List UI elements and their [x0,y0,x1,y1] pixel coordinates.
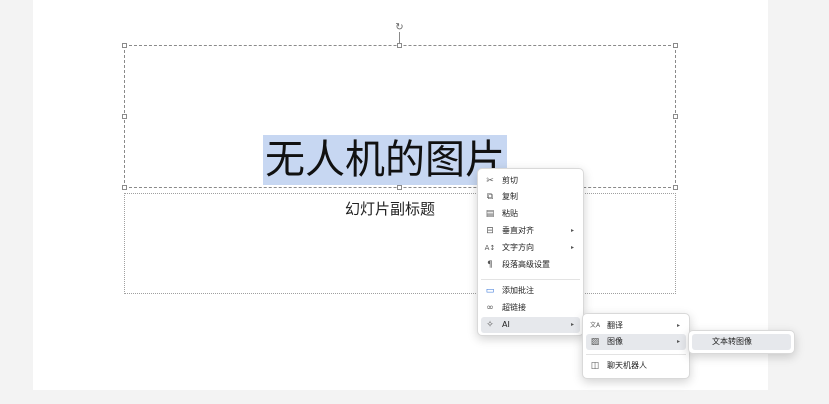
menu-item-label: 复制 [502,192,518,201]
paste-icon: ▤ [485,209,495,219]
comment-icon: ▭ [485,286,495,296]
link-icon: ∞ [486,303,494,313]
slide-title-text[interactable]: 无人机的图片 [263,135,507,185]
menu-item-paste[interactable]: ▤ 粘贴 [481,206,580,222]
submenu-item-chatbot[interactable]: ◫ 聊天机器人 [586,358,686,374]
menu-item-label: 垂直对齐 [502,226,534,235]
image-icon: ▨ [590,337,600,347]
submenu-arrow-icon: ▸ [676,322,680,329]
rotate-handle-icon[interactable]: ↻ [394,22,405,33]
menu-item-label: 文字方向 [502,243,534,252]
text-direction-icon: A↕ [484,244,496,252]
image-submenu: 文本转图像 [688,330,795,354]
chatbot-icon: ◫ [590,361,600,371]
submenu-item-image[interactable]: ▨ 图像 ▸ [586,334,686,350]
menu-item-label: 剪切 [502,176,518,185]
menu-item-add-comment[interactable]: ▭ 添加批注 [481,283,580,299]
scissors-icon: ✂ [486,176,494,186]
resize-handle-right[interactable] [673,114,678,119]
submenu-arrow-icon: ▸ [570,244,574,251]
menu-separator [586,354,686,355]
ai-sparkle-icon: ✧ [486,320,494,330]
menu-item-label: 聊天机器人 [607,361,647,370]
copy-icon: ⧉ [486,192,494,202]
menu-item-label: 翻译 [607,321,623,330]
menu-item-label: 段落高级设置 [502,260,550,269]
menu-item-hyperlink[interactable]: ∞ 超链接 [481,300,580,316]
paragraph-icon: ¶ [487,260,493,270]
menu-item-label: 超链接 [502,303,526,312]
resize-handle-left[interactable] [122,114,127,119]
slide-subtitle-text[interactable]: 幻灯片副标题 [345,198,435,219]
submenu-arrow-icon: ▸ [676,338,680,345]
menu-item-paragraph-settings[interactable]: ¶ 段落高级设置 [481,257,580,273]
menu-item-vertical-align[interactable]: ⊟ 垂直对齐 ▸ [481,223,580,239]
submenu-item-translate[interactable]: 文A 翻译 ▸ [586,318,686,334]
resize-handle-bottom-right[interactable] [673,185,678,190]
menu-separator [481,279,580,280]
context-menu: ✂ 剪切 ⧉ 复制 ▤ 粘贴 ⊟ 垂直对齐 ▸ A↕ 文字方向 ▸ ¶ 段落高级… [477,168,584,336]
ai-submenu: 文A 翻译 ▸ ▨ 图像 ▸ ◫ 聊天机器人 [582,313,690,379]
menu-item-label: 图像 [607,337,623,346]
translate-icon: 文A [589,322,601,329]
menu-item-label: 添加批注 [502,286,534,295]
align-vertical-icon: ⊟ [486,226,494,236]
menu-item-label: 粘贴 [502,209,518,218]
submenu-arrow-icon: ▸ [570,227,574,234]
resize-handle-top-left[interactable] [122,43,127,48]
resize-handle-top[interactable] [397,43,402,48]
menu-item-copy[interactable]: ⧉ 复制 [481,189,580,205]
menu-item-label: 文本转图像 [712,337,752,346]
submenu-item-text-to-image[interactable]: 文本转图像 [692,334,791,350]
resize-handle-bottom[interactable] [397,185,402,190]
resize-handle-top-right[interactable] [673,43,678,48]
menu-item-text-direction[interactable]: A↕ 文字方向 ▸ [481,240,580,256]
submenu-arrow-icon: ▸ [570,321,574,328]
menu-item-cut[interactable]: ✂ 剪切 [481,173,580,189]
menu-item-label: AI [502,320,510,329]
menu-item-ai[interactable]: ✧ AI ▸ [481,317,580,333]
resize-handle-bottom-left[interactable] [122,185,127,190]
